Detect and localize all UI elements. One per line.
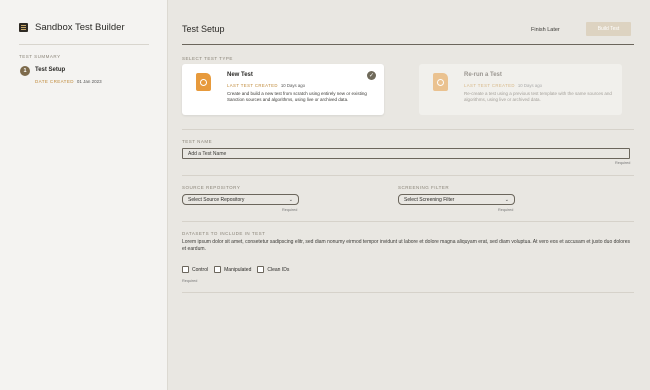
datasets-required: Required xyxy=(182,279,198,283)
screening-filter-required: Required xyxy=(498,208,514,212)
control-label: Control xyxy=(192,266,209,273)
section-divider xyxy=(182,175,634,176)
rerun-document-icon xyxy=(433,73,448,91)
new-document-icon xyxy=(196,73,211,91)
rerun-test-meta-label: LAST TEST CREATED xyxy=(464,83,515,88)
header-divider xyxy=(182,44,634,45)
new-test-card[interactable]: New Test LAST TEST CREATED 10 Days ago Cr… xyxy=(182,64,384,115)
chevron-down-icon: ⌄ xyxy=(504,197,509,203)
new-test-description: Create and build a new test from scratch… xyxy=(227,91,367,102)
build-test-button[interactable]: Build Test xyxy=(586,22,631,36)
sidebar-step-test-setup[interactable]: Test Setup xyxy=(35,67,65,73)
control-option[interactable]: Control xyxy=(182,266,208,273)
clean-ids-label: Clean IDs xyxy=(267,266,290,273)
new-test-meta: LAST TEST CREATED 10 Days ago xyxy=(227,83,305,88)
manipulated-checkbox[interactable] xyxy=(214,266,222,273)
manipulated-label: Manipulated xyxy=(224,266,252,273)
step-date-value: 01 Jan 2023 xyxy=(76,79,102,84)
test-name-input[interactable] xyxy=(182,148,630,159)
main-panel: Test Setup Finish Later Build Test SELEC… xyxy=(168,0,650,390)
sidebar-divider xyxy=(19,44,149,45)
new-test-meta-label: LAST TEST CREATED xyxy=(227,83,278,88)
section-divider xyxy=(182,221,634,222)
select-test-type-label: SELECT TEST TYPE xyxy=(182,56,233,61)
clean-ids-option[interactable]: Clean IDs xyxy=(257,266,289,273)
step-date-label: DATE CREATED xyxy=(35,79,74,84)
step-number-badge: 1 xyxy=(20,66,30,76)
rerun-test-card[interactable]: Re-run a Test LAST TEST CREATED 10 Days a… xyxy=(419,64,622,115)
screening-filter-label: SCREENING FILTER xyxy=(398,185,450,190)
test-name-required: Required xyxy=(615,161,631,165)
finish-later-link[interactable]: Finish Later xyxy=(531,27,560,33)
sidebar: Sandbox Test Builder TEST SUMMARY 1 Test… xyxy=(0,0,168,390)
datasets-description: Lorem ipsum dolor sit amet, consetetur s… xyxy=(182,239,631,252)
new-test-meta-value: 10 Days ago xyxy=(280,83,306,88)
step-date: DATE CREATED 01 Jan 2023 xyxy=(35,79,102,84)
chevron-down-icon: ⌄ xyxy=(288,197,293,203)
source-repository-select[interactable]: Select Source Repository ⌄ xyxy=(182,194,299,205)
section-divider xyxy=(182,129,634,130)
source-repository-required: Required xyxy=(282,208,298,212)
manipulated-option[interactable]: Manipulated xyxy=(214,266,251,273)
clean-ids-checkbox[interactable] xyxy=(257,266,265,273)
rerun-test-meta: LAST TEST CREATED 10 Days ago xyxy=(464,83,542,88)
page-title: Test Setup xyxy=(182,24,225,34)
rerun-test-title: Re-run a Test xyxy=(464,72,502,78)
control-checkbox[interactable] xyxy=(182,266,189,273)
datasets-checkbox-group: Control Manipulated Clean IDs xyxy=(182,266,295,273)
source-repository-value: Select Source Repository xyxy=(188,196,245,203)
new-test-title: New Test xyxy=(227,72,253,78)
rerun-test-meta-value: 10 Days ago xyxy=(517,83,543,88)
source-repository-label: SOURCE REPOSITORY xyxy=(182,185,241,190)
datasets-label: DATASETS TO INCLUDE IN TEST xyxy=(182,231,266,236)
rerun-test-description: Re-create a test using a previous test t… xyxy=(464,91,612,102)
check-icon: ✓ xyxy=(367,71,376,80)
screening-filter-value: Select Screening Filter xyxy=(404,196,455,203)
sidebar-section-label: TEST SUMMARY xyxy=(19,54,61,59)
screening-filter-select[interactable]: Select Screening Filter ⌄ xyxy=(398,194,515,205)
section-divider xyxy=(182,292,634,293)
brand: Sandbox Test Builder xyxy=(19,22,125,33)
grid-logo-icon xyxy=(19,23,28,32)
test-name-label: TEST NAME xyxy=(182,139,213,144)
app-title: Sandbox Test Builder xyxy=(35,22,125,33)
